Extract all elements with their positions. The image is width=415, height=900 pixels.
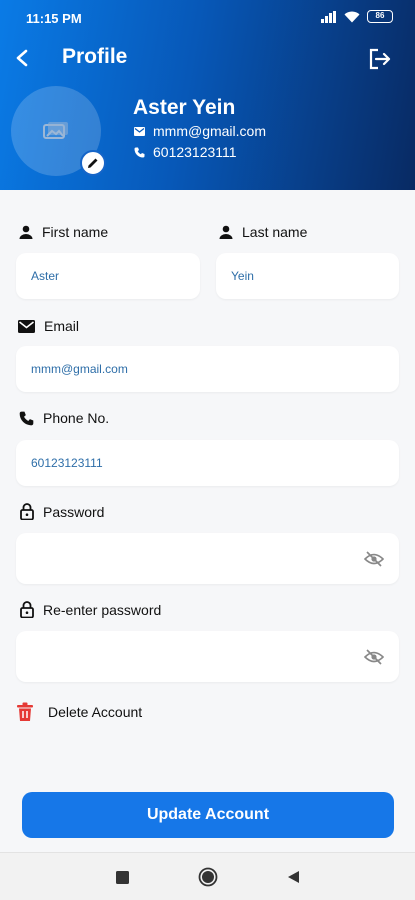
recent-apps-button[interactable] [112, 867, 132, 887]
status-bar: 11:15 PM 86 [0, 0, 415, 34]
update-account-button[interactable]: Update Account [22, 792, 394, 838]
logout-icon [369, 48, 391, 70]
delete-account-button[interactable]: Delete Account [16, 702, 142, 722]
status-time: 11:15 PM [26, 11, 82, 26]
confirm-password-visibility-toggle[interactable] [363, 646, 385, 668]
image-placeholder-icon [43, 122, 68, 139]
nav-square-icon [115, 870, 129, 884]
battery-icon: 86 [367, 10, 393, 23]
profile-header: 11:15 PM 86 Profile Aster Yein mmm@gmail… [0, 0, 415, 190]
first-name-label: First name [19, 224, 108, 240]
status-icons: 86 [321, 10, 393, 23]
last-name-label: Last name [219, 224, 307, 240]
page-title: Profile [62, 45, 128, 68]
nav-circle-icon [198, 867, 218, 887]
delete-account-label: Delete Account [48, 704, 143, 720]
person-icon [219, 225, 233, 239]
home-button[interactable] [198, 867, 218, 887]
system-nav-bar [0, 852, 415, 900]
eye-off-icon [364, 648, 384, 665]
first-name-label-text: First name [42, 224, 109, 240]
password-visibility-toggle[interactable] [363, 548, 385, 570]
confirm-password-field[interactable] [16, 631, 399, 682]
confirm-password-label: Re-enter password [20, 601, 161, 618]
last-name-label-text: Last name [242, 224, 308, 240]
last-name-field[interactable]: Yein [216, 253, 399, 299]
pencil-icon [88, 158, 98, 168]
email-icon [18, 319, 35, 333]
back-button[interactable] [10, 46, 34, 70]
user-phone: 60123123111 [153, 144, 237, 160]
signal-icon [321, 10, 336, 23]
confirm-password-label-text: Re-enter password [43, 601, 162, 618]
user-phone-line: 60123123111 [134, 144, 237, 160]
user-email: mmm@gmail.com [153, 123, 266, 139]
lock-icon [20, 601, 34, 618]
phone-label: Phone No. [19, 410, 109, 426]
user-email-line: mmm@gmail.com [134, 123, 266, 139]
phone-icon [19, 411, 34, 425]
lock-icon [20, 503, 34, 520]
phone-label-text: Phone No. [43, 410, 110, 426]
trash-icon [17, 702, 33, 721]
edit-photo-button[interactable] [80, 150, 106, 176]
eye-off-icon [364, 550, 384, 567]
email-label: Email [18, 318, 79, 334]
first-name-field[interactable]: Aster [16, 253, 200, 299]
nav-triangle-icon [287, 871, 299, 883]
email-icon [134, 126, 145, 136]
password-label: Password [20, 503, 104, 520]
user-name: Aster Yein [133, 96, 236, 119]
logout-button[interactable] [367, 46, 393, 72]
email-field[interactable]: mmm@gmail.com [16, 346, 399, 392]
password-field[interactable] [16, 533, 399, 584]
back-nav-button[interactable] [283, 867, 303, 887]
phone-icon [134, 147, 145, 157]
phone-field[interactable]: 60123123111 [16, 440, 399, 486]
password-label-text: Password [43, 503, 105, 520]
email-label-text: Email [44, 318, 80, 334]
back-arrow-icon [16, 49, 28, 67]
person-icon [19, 225, 33, 239]
wifi-icon [344, 11, 360, 22]
